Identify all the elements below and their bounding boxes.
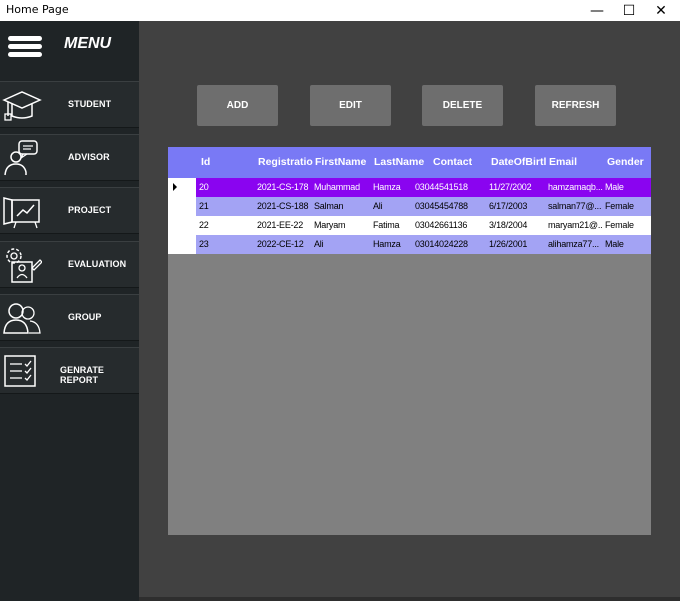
column-header-gender[interactable]: Gender <box>607 147 651 178</box>
current-row-arrow-icon <box>173 183 177 191</box>
sidebar-item-evaluation[interactable]: EVALUATION <box>0 241 139 288</box>
row-header[interactable] <box>168 197 196 216</box>
title-bar: Home Page — ☐ ✕ <box>0 0 680 21</box>
cell-firstname[interactable]: Muhammad <box>314 178 370 197</box>
column-header-registration[interactable]: Registratio <box>258 147 313 178</box>
cell-dateofbirth[interactable]: 1/26/2001 <box>489 235 546 254</box>
cell-id[interactable]: 21 <box>199 197 251 216</box>
table-row[interactable]: 20 2021-CS-178 Muhammad Hamza 0304454151… <box>168 178 651 197</box>
cell-gender[interactable]: Female <box>605 197 649 216</box>
sidebar-item-student[interactable]: STUDENT <box>0 81 139 128</box>
main-panel: ADD EDIT DELETE REFRESH Id Registratio F… <box>139 21 680 601</box>
column-header-dateofbirth[interactable]: DateOfBirtl <box>491 147 548 178</box>
column-header-lastname[interactable]: LastName <box>374 147 430 178</box>
column-header-firstname[interactable]: FirstName <box>315 147 373 178</box>
add-button[interactable]: ADD <box>197 85 278 126</box>
cell-email[interactable]: alihamza77... <box>548 235 603 254</box>
close-button[interactable]: ✕ <box>645 0 677 21</box>
sidebar-item-label: GROUP <box>68 312 102 322</box>
row-header[interactable] <box>168 216 196 235</box>
cell-registration[interactable]: 2021-CS-178 <box>257 178 313 197</box>
cell-firstname[interactable]: Ali <box>314 235 370 254</box>
project-chart-icon <box>3 197 40 229</box>
advisor-chat-icon <box>4 140 38 176</box>
sidebar-item-generate-report[interactable]: GENRATE REPORT <box>0 347 139 394</box>
menu-label: MENU <box>64 35 112 52</box>
delete-button[interactable]: DELETE <box>422 85 503 126</box>
window-title: Home Page <box>6 3 69 16</box>
cell-id[interactable]: 22 <box>199 216 251 235</box>
group-icon <box>3 303 41 334</box>
table-row[interactable]: 21 2021-CS-188 Salman Ali 03045454788 6/… <box>168 197 651 216</box>
cell-registration[interactable]: 2022-CE-12 <box>257 235 313 254</box>
cell-dateofbirth[interactable]: 3/18/2004 <box>489 216 546 235</box>
cell-dateofbirth[interactable]: 6/17/2003 <box>489 197 546 216</box>
cell-gender[interactable]: Male <box>605 235 649 254</box>
column-header-email[interactable]: Email <box>549 147 604 178</box>
cell-gender[interactable]: Male <box>605 178 649 197</box>
report-checklist-icon <box>4 355 36 387</box>
cell-registration[interactable]: 2021-EE-22 <box>257 216 313 235</box>
cell-email[interactable]: salman77@... <box>548 197 603 216</box>
students-data-grid[interactable]: Id Registratio FirstName LastName Contac… <box>168 147 651 535</box>
cell-id[interactable]: 23 <box>199 235 251 254</box>
edit-button[interactable]: EDIT <box>310 85 391 126</box>
cell-id[interactable]: 20 <box>199 178 251 197</box>
sidebar-item-advisor[interactable]: ADVISOR <box>0 134 139 181</box>
table-row[interactable]: 23 2022-CE-12 Ali Hamza 03014024228 1/26… <box>168 235 651 254</box>
minimize-button[interactable]: — <box>581 0 613 21</box>
sidebar-item-label: GENRATE REPORT <box>60 365 105 385</box>
cell-dateofbirth[interactable]: 11/27/2002 <box>489 178 546 197</box>
column-header-contact[interactable]: Contact <box>433 147 488 178</box>
hamburger-menu-icon[interactable] <box>8 36 42 58</box>
cell-gender[interactable]: Female <box>605 216 649 235</box>
row-header[interactable] <box>168 178 196 197</box>
evaluation-icon <box>6 248 42 283</box>
graduation-cap-icon <box>2 91 42 121</box>
sidebar-item-label: PROJECT <box>68 205 112 215</box>
column-header-id[interactable]: Id <box>201 147 251 178</box>
cell-contact[interactable]: 03014024228 <box>415 235 473 254</box>
sidebar: MENU STUDENT ADVISOR PROJECT EVALUATION … <box>0 21 139 601</box>
cell-firstname[interactable]: Maryam <box>314 216 370 235</box>
row-header[interactable] <box>168 235 196 254</box>
table-row[interactable]: 22 2021-EE-22 Maryam Fatima 03042661136 … <box>168 216 651 235</box>
cell-email[interactable]: hamzamaqb... <box>548 178 603 197</box>
sidebar-item-label: EVALUATION <box>68 259 127 269</box>
cell-email[interactable]: maryam21@... <box>548 216 603 235</box>
sidebar-item-group[interactable]: GROUP <box>0 294 139 341</box>
sidebar-item-label: ADVISOR <box>68 152 110 162</box>
refresh-button[interactable]: REFRESH <box>535 85 616 126</box>
cell-contact[interactable]: 03042661136 <box>415 216 473 235</box>
bottom-border <box>139 597 680 601</box>
sidebar-item-project[interactable]: PROJECT <box>0 187 139 234</box>
cell-contact[interactable]: 03045454788 <box>415 197 473 216</box>
cell-registration[interactable]: 2021-CS-188 <box>257 197 313 216</box>
sidebar-item-label: STUDENT <box>68 99 112 109</box>
grid-header: Id Registratio FirstName LastName Contac… <box>168 147 651 178</box>
cell-firstname[interactable]: Salman <box>314 197 370 216</box>
menu-header: MENU <box>0 21 139 71</box>
maximize-button[interactable]: ☐ <box>613 0 645 21</box>
cell-contact[interactable]: 03044541518 <box>415 178 473 197</box>
